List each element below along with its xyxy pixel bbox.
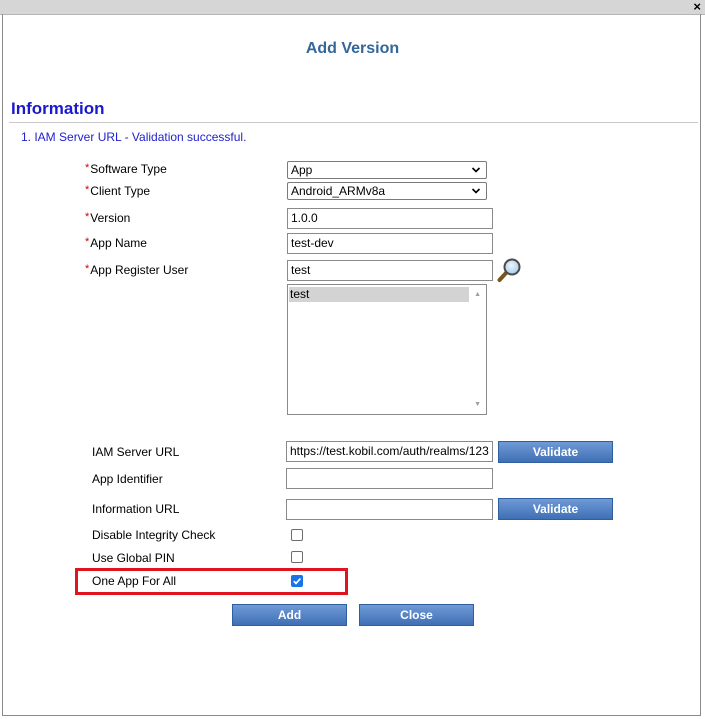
close-icon[interactable]: ×	[693, 0, 701, 15]
section-title: Information	[11, 99, 105, 118]
chevron-down-icon	[471, 167, 481, 173]
app-register-user-input[interactable]: test	[287, 260, 493, 281]
magnifier-icon[interactable]	[497, 257, 523, 283]
register-user-listbox[interactable]: test ▲ ▼	[287, 284, 487, 415]
status-message: 1. IAM Server URL - Validation successfu…	[21, 130, 247, 144]
iam-server-url-input[interactable]: https://test.kobil.com/auth/realms/123	[286, 441, 493, 462]
software-type-value: App	[291, 163, 313, 177]
information-url-label: Information URL	[92, 502, 180, 516]
app-identifier-input[interactable]	[286, 468, 493, 489]
app-register-user-label: *App Register User	[85, 263, 188, 277]
chevron-down-icon	[471, 188, 481, 194]
validate-iam-url-button[interactable]: Validate	[498, 441, 613, 463]
client-type-label: *Client Type	[85, 184, 150, 198]
app-register-user-label-text: App Register User	[90, 263, 189, 277]
client-type-value: Android_ARMv8a	[291, 184, 386, 198]
dialog-titlebar: ×	[0, 0, 705, 15]
app-name-input[interactable]: test-dev	[287, 233, 493, 254]
software-type-label: *Software Type	[85, 162, 167, 176]
use-global-pin-label: Use Global PIN	[92, 551, 175, 565]
scroll-up-icon[interactable]: ▲	[474, 291, 481, 298]
iam-server-url-label: IAM Server URL	[92, 445, 180, 459]
add-button[interactable]: Add	[232, 604, 347, 626]
required-marker: *	[85, 162, 90, 174]
disable-integrity-check-label: Disable Integrity Check	[92, 528, 216, 542]
software-type-select[interactable]: App	[287, 161, 487, 179]
client-type-select[interactable]: Android_ARMv8a	[287, 182, 487, 200]
list-item[interactable]: test	[289, 287, 469, 302]
version-label-text: Version	[90, 211, 131, 225]
app-identifier-label: App Identifier	[92, 472, 163, 486]
validate-information-url-button[interactable]: Validate	[498, 498, 613, 520]
dialog-title: Add Version	[305, 40, 400, 57]
required-marker: *	[85, 184, 90, 196]
section-divider	[9, 122, 698, 123]
scroll-down-icon[interactable]: ▼	[474, 401, 481, 408]
required-marker: *	[85, 263, 90, 275]
highlight-annotation	[75, 568, 348, 595]
version-label: *Version	[85, 211, 130, 225]
client-type-label-text: Client Type	[90, 184, 151, 198]
version-input[interactable]: 1.0.0	[287, 208, 493, 229]
information-url-input[interactable]	[286, 499, 493, 520]
required-marker: *	[85, 211, 90, 223]
required-marker: *	[85, 236, 90, 248]
disable-integrity-check-checkbox[interactable]	[291, 529, 303, 541]
software-type-label-text: Software Type	[90, 162, 167, 176]
app-name-label-text: App Name	[90, 236, 147, 250]
close-button[interactable]: Close	[359, 604, 474, 626]
use-global-pin-checkbox[interactable]	[291, 551, 303, 563]
app-name-label: *App Name	[85, 236, 147, 250]
